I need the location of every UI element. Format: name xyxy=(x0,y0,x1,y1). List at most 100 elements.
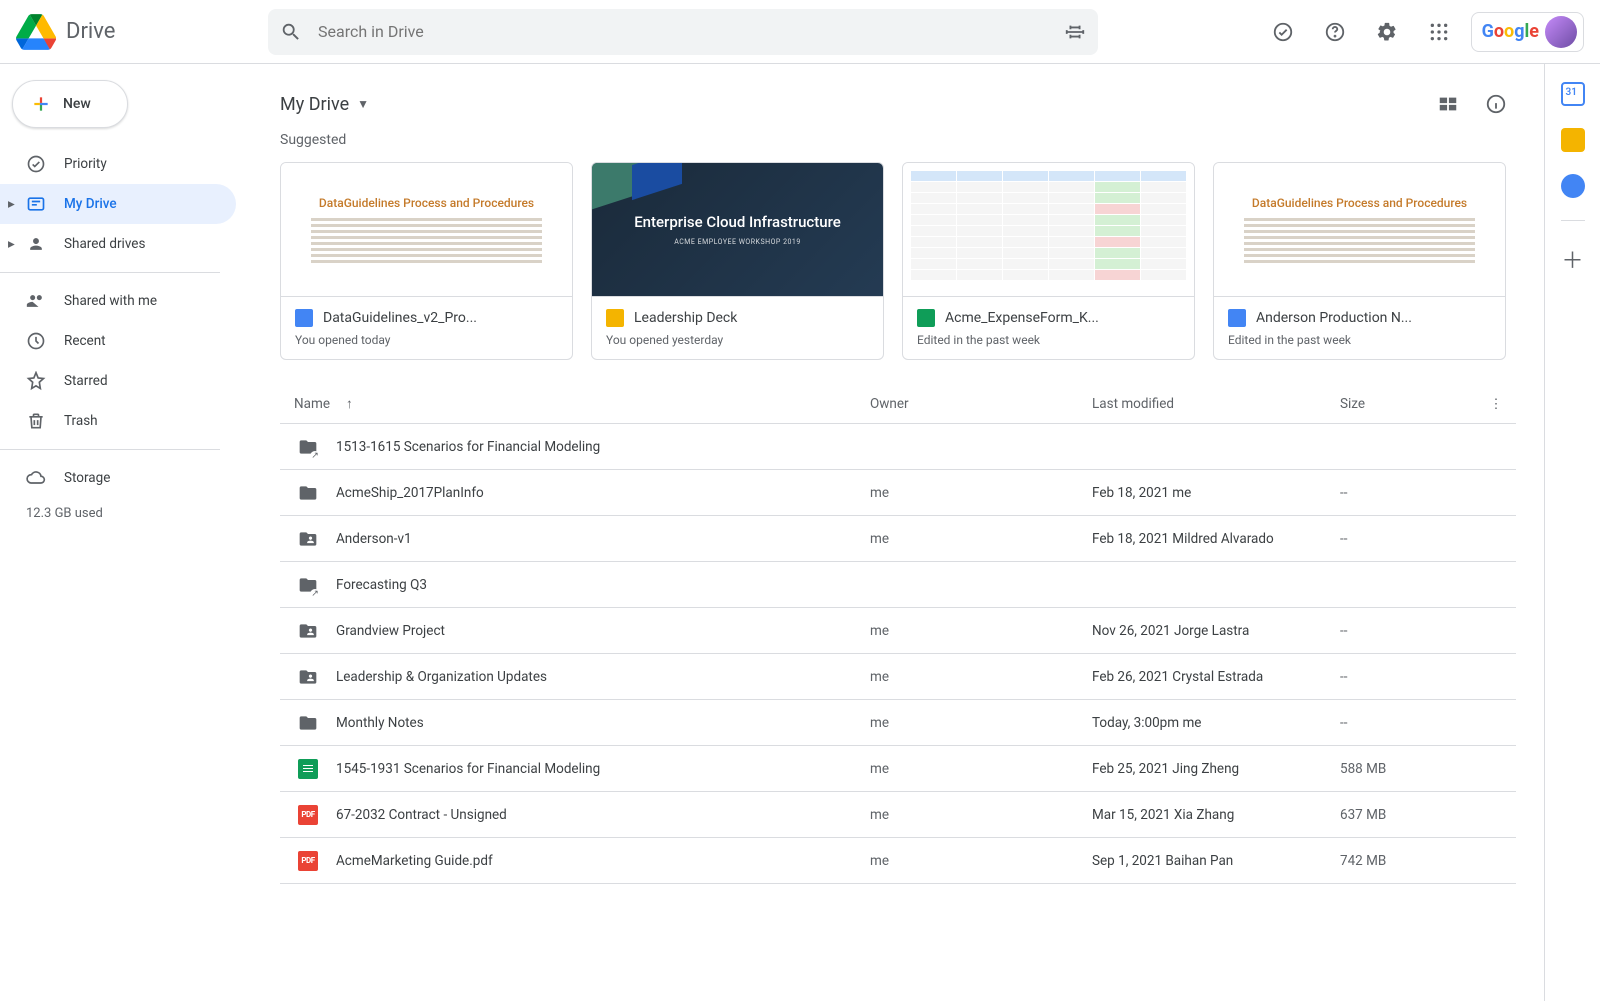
file-size: -- xyxy=(1340,669,1476,685)
ready-offline-icon[interactable] xyxy=(1263,12,1303,52)
divider xyxy=(0,272,220,273)
suggested-card[interactable]: Acme_ExpenseForm_K... Edited in the past… xyxy=(902,162,1195,360)
file-name: 1545-1931 Scenarios for Financial Modeli… xyxy=(336,761,600,777)
calendar-app-icon[interactable] xyxy=(1561,82,1585,106)
suggested-card[interactable]: DataGuidelines Process and Procedures Da… xyxy=(280,162,573,360)
file-size: -- xyxy=(1340,485,1476,501)
apps-icon[interactable] xyxy=(1419,12,1459,52)
table-row[interactable]: Monthly Notes me Today, 3:00pm me -- xyxy=(280,700,1516,746)
chevron-down-icon: ▼ xyxy=(357,97,369,111)
docs-icon xyxy=(295,309,313,327)
shared-drives-icon xyxy=(26,234,46,254)
view-toggle-icon[interactable] xyxy=(1428,84,1468,124)
file-modified: Nov 26, 2021 Jorge Lastra xyxy=(1092,623,1340,639)
trash-icon xyxy=(26,411,46,431)
drive-logo-icon xyxy=(16,12,56,52)
docs-icon xyxy=(1228,309,1246,327)
main-content: My Drive ▼ Suggested DataGuidelines Proc… xyxy=(252,64,1544,1001)
nav-storage[interactable]: Storage xyxy=(0,458,236,498)
nav-label: Trash xyxy=(64,413,98,429)
nav-my-drive[interactable]: ▸ My Drive xyxy=(0,184,236,224)
col-modified-header[interactable]: Last modified xyxy=(1092,396,1340,412)
card-subtitle: Edited in the past week xyxy=(1228,333,1491,347)
folder-shared-icon xyxy=(298,667,318,687)
header-actions: Google xyxy=(1263,12,1584,52)
brand[interactable]: Drive xyxy=(16,12,238,52)
table-row[interactable]: Anderson-v1 me Feb 18, 2021 Mildred Alva… xyxy=(280,516,1516,562)
shortcut-folder-icon xyxy=(298,437,318,457)
search-bar[interactable] xyxy=(268,9,1098,55)
table-row[interactable]: Grandview Project me Nov 26, 2021 Jorge … xyxy=(280,608,1516,654)
file-size: -- xyxy=(1340,715,1476,731)
file-modified: Feb 18, 2021 me xyxy=(1092,485,1340,501)
sort-asc-icon: ↑ xyxy=(346,396,353,412)
tasks-app-icon[interactable] xyxy=(1561,174,1585,198)
search-icon xyxy=(280,21,302,43)
nav-label: Shared with me xyxy=(64,293,157,309)
folder-icon xyxy=(298,713,318,733)
caret-right-icon: ▸ xyxy=(8,236,15,252)
table-row[interactable]: PDF67-2032 Contract - Unsigned me Mar 15… xyxy=(280,792,1516,838)
new-button[interactable]: New xyxy=(12,80,128,128)
shortcut-folder-icon xyxy=(298,575,318,595)
card-subtitle: You opened yesterday xyxy=(606,333,869,347)
divider xyxy=(1561,220,1585,221)
file-owner: me xyxy=(870,669,1092,685)
pdf-icon: PDF xyxy=(298,851,318,871)
file-size: 588 MB xyxy=(1340,761,1476,777)
app-header: Drive Google xyxy=(0,0,1600,64)
nav-shared-drives[interactable]: ▸ Shared drives xyxy=(0,224,236,264)
nav-label: Recent xyxy=(64,333,106,349)
nav-starred[interactable]: Starred xyxy=(0,361,236,401)
search-options-icon[interactable] xyxy=(1064,21,1086,43)
brand-name: Drive xyxy=(66,19,115,44)
col-name-header[interactable]: Name ↑ xyxy=(280,396,870,412)
table-row[interactable]: Leadership & Organization Updates me Feb… xyxy=(280,654,1516,700)
details-icon[interactable] xyxy=(1476,84,1516,124)
table-row[interactable]: 1513-1615 Scenarios for Financial Modeli… xyxy=(280,424,1516,470)
new-button-label: New xyxy=(63,96,91,112)
google-wordmark: Google xyxy=(1482,21,1539,42)
file-name: 67-2032 Contract - Unsigned xyxy=(336,807,507,823)
col-owner-header[interactable]: Owner xyxy=(870,396,1092,412)
table-row[interactable]: AcmeShip_2017PlanInfo me Feb 18, 2021 me… xyxy=(280,470,1516,516)
table-row[interactable]: PDFAcmeMarketing Guide.pdf me Sep 1, 202… xyxy=(280,838,1516,884)
suggested-card[interactable]: DataGuidelines Process and Procedures An… xyxy=(1213,162,1506,360)
nav-label: Starred xyxy=(64,373,108,389)
sheets-icon xyxy=(917,309,935,327)
location-label: My Drive xyxy=(280,94,349,115)
nav-priority[interactable]: Priority xyxy=(0,144,236,184)
card-subtitle: Edited in the past week xyxy=(917,333,1180,347)
slides-icon xyxy=(606,309,624,327)
location-breadcrumb[interactable]: My Drive ▼ xyxy=(280,94,369,115)
nav-shared-with-me[interactable]: Shared with me xyxy=(0,281,236,321)
nav-recent[interactable]: Recent xyxy=(0,321,236,361)
suggested-heading: Suggested xyxy=(280,132,1516,148)
file-modified: Feb 18, 2021 Mildred Alvarado xyxy=(1092,531,1340,547)
file-name: Grandview Project xyxy=(336,623,445,639)
keep-app-icon[interactable] xyxy=(1561,128,1585,152)
account-chip[interactable]: Google xyxy=(1471,12,1584,52)
suggested-card[interactable]: Enterprise Cloud InfrastructureACME EMPL… xyxy=(591,162,884,360)
nav-label: Priority xyxy=(64,156,107,172)
table-row[interactable]: Forecasting Q3 xyxy=(280,562,1516,608)
col-more-header[interactable]: ⋮ xyxy=(1476,396,1516,412)
recent-icon xyxy=(26,331,46,351)
support-icon[interactable] xyxy=(1315,12,1355,52)
main-header: My Drive ▼ xyxy=(280,80,1516,128)
nav-trash[interactable]: Trash xyxy=(0,401,236,441)
col-size-header[interactable]: Size xyxy=(1340,396,1476,412)
card-subtitle: You opened today xyxy=(295,333,558,347)
file-modified: Feb 25, 2021 Jing Zheng xyxy=(1092,761,1340,777)
folder-icon xyxy=(298,483,318,503)
table-row[interactable]: 1545-1931 Scenarios for Financial Modeli… xyxy=(280,746,1516,792)
add-app-icon[interactable]: ＋ xyxy=(1561,243,1583,275)
file-name: Anderson-v1 xyxy=(336,531,412,547)
card-title: Acme_ExpenseForm_K... xyxy=(945,310,1099,326)
file-name: Forecasting Q3 xyxy=(336,577,427,593)
settings-icon[interactable] xyxy=(1367,12,1407,52)
card-title: DataGuidelines_v2_Pro... xyxy=(323,310,477,326)
file-size: 637 MB xyxy=(1340,807,1476,823)
search-input[interactable] xyxy=(318,22,1048,41)
table-header: Name ↑ Owner Last modified Size ⋮ xyxy=(280,384,1516,424)
